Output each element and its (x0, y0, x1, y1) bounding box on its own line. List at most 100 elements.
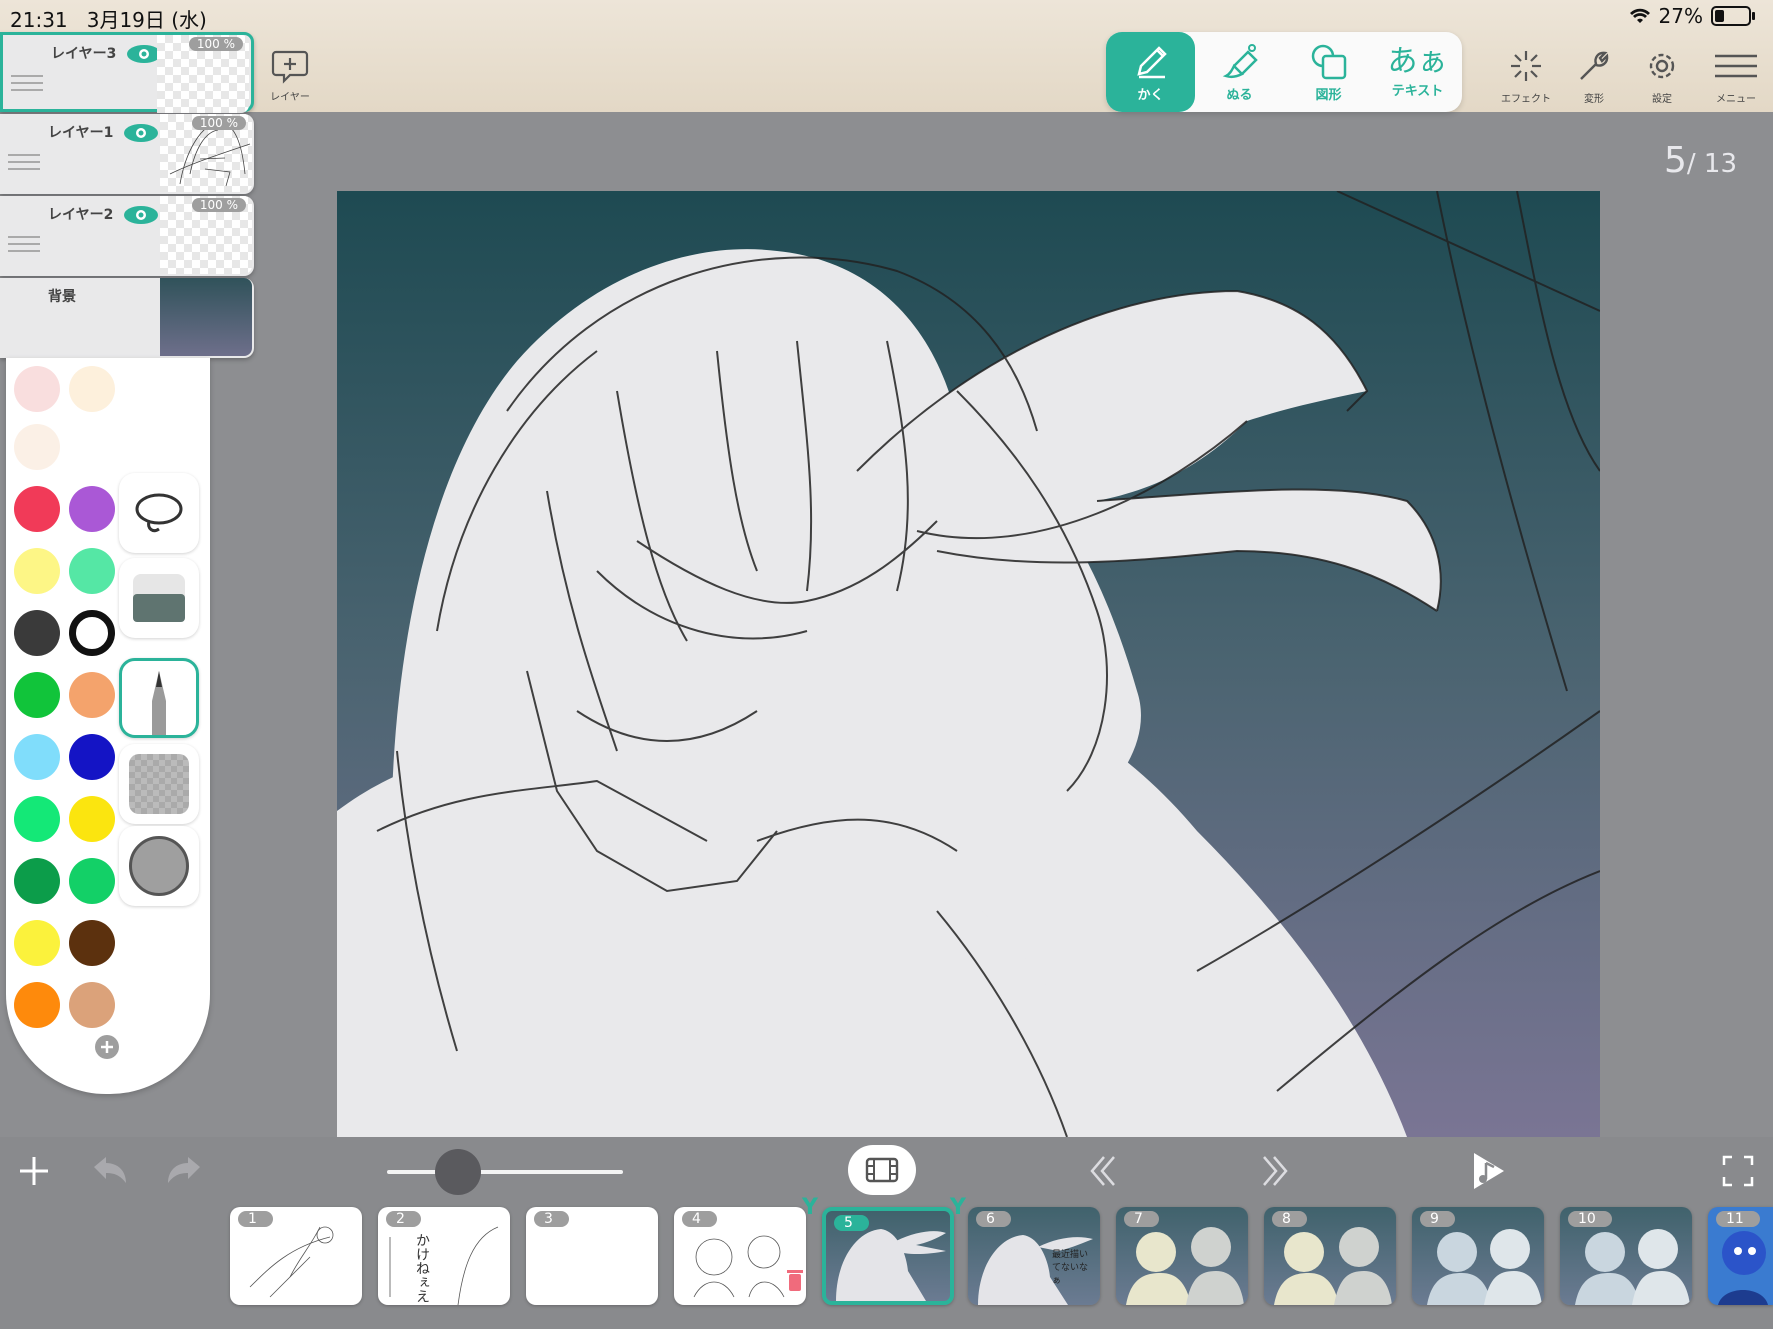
color-swatch[interactable] (69, 858, 115, 904)
battery-icon (1711, 6, 1755, 26)
frame-thumbnail[interactable]: 最近描いてないなぁ 6 (968, 1207, 1100, 1305)
shape-tool-label: 図形 (1315, 87, 1342, 103)
range-start-marker[interactable]: Y (802, 1195, 818, 1220)
color-swatch[interactable] (14, 796, 60, 842)
lasso-tool-button[interactable] (119, 473, 199, 553)
shape-tool-button[interactable]: 図形 (1284, 32, 1373, 112)
drag-handle-icon[interactable] (11, 75, 43, 96)
color-swatch[interactable] (69, 548, 115, 594)
text-tool-button[interactable]: あぁ テキスト (1373, 32, 1462, 112)
opacity-button[interactable] (119, 744, 199, 824)
color-swatch[interactable] (69, 672, 115, 718)
eraser-tool-button[interactable] (119, 558, 199, 638)
eye-icon[interactable] (122, 122, 160, 144)
frame-thumbnail[interactable]: 1 (230, 1207, 362, 1305)
settings-label: 設定 (1652, 94, 1672, 105)
previous-frame-icon[interactable] (1084, 1149, 1120, 1193)
top-bar: 21:31 3月19日 (水) 27% かく ぬる 図形 あぁ テキスト エフェ… (0, 0, 1773, 112)
color-swatch[interactable] (14, 486, 60, 532)
color-swatch[interactable] (14, 982, 60, 1028)
wifi-icon (1629, 8, 1650, 23)
color-swatch[interactable] (14, 424, 60, 470)
pen-icon (1136, 45, 1167, 78)
frame-thumbnail[interactable]: 8 (1264, 1207, 1396, 1305)
brush-size-slider-track[interactable] (387, 1170, 623, 1174)
brush-size-button[interactable] (119, 826, 199, 906)
frame-thumbnail[interactable]: 11 (1708, 1207, 1773, 1305)
play-music-icon[interactable] (1468, 1149, 1508, 1193)
shape-icon (1311, 44, 1346, 79)
add-frame-icon[interactable] (16, 1149, 52, 1193)
film-icon (865, 1157, 899, 1183)
brush-size-slider-knob[interactable] (434, 1149, 481, 1195)
layer-opacity: 100 % (191, 116, 246, 130)
frame-thumbnail-active[interactable]: 5 (822, 1207, 954, 1305)
frame-thumbnail[interactable]: 3 (526, 1207, 658, 1305)
menu-icon (1715, 54, 1757, 78)
page-total: / 13 (1686, 149, 1738, 179)
layer-opacity: 100 % (191, 198, 246, 212)
fill-tool-label: ぬる (1226, 87, 1253, 103)
color-swatch[interactable] (69, 734, 115, 780)
color-swatch[interactable] (14, 672, 60, 718)
color-swatch[interactable] (14, 920, 60, 966)
menu-button[interactable]: メニュー (1704, 48, 1768, 105)
layer-item-background[interactable]: 背景 (0, 278, 254, 358)
fullscreen-icon[interactable] (1718, 1149, 1758, 1193)
layer-item-3[interactable]: レイヤー3 100 % (0, 32, 254, 113)
effect-button[interactable]: エフェクト (1494, 48, 1558, 105)
drag-handle-icon[interactable] (8, 236, 40, 257)
color-swatch[interactable] (69, 796, 115, 842)
color-swatch[interactable] (14, 858, 60, 904)
undo-icon[interactable] (88, 1149, 132, 1193)
layer-item-1[interactable]: レイヤー1 100 % (0, 114, 254, 194)
opacity-preview (129, 754, 189, 814)
frame-thumbnail[interactable]: かけねぇえ 2 (378, 1207, 510, 1305)
canvas-artwork (337, 191, 1600, 1137)
color-palette-panel (6, 358, 210, 1094)
color-swatch[interactable] (14, 734, 60, 780)
eraser-icon (133, 574, 185, 622)
pen-brush-button[interactable] (119, 658, 199, 738)
bottom-toolbar (0, 1137, 1773, 1207)
draw-tool-label: かく (1137, 87, 1164, 103)
frame-number: 9 (1420, 1211, 1455, 1227)
settings-button[interactable]: 設定 (1630, 48, 1694, 105)
range-end-marker[interactable]: Y (950, 1195, 966, 1220)
frame-thumbnail[interactable]: 10 (1560, 1207, 1692, 1305)
text-icon: あぁ (1387, 43, 1448, 79)
color-swatch[interactable] (14, 366, 60, 412)
frame-text: かけねぇえ (414, 1233, 430, 1303)
color-swatch[interactable] (69, 920, 115, 966)
frame-number: 1 (238, 1211, 273, 1227)
redo-icon[interactable] (162, 1149, 206, 1193)
drawing-canvas[interactable] (337, 191, 1600, 1137)
brush-size-preview (129, 836, 189, 896)
frame-thumbnail[interactable]: 4 (674, 1207, 806, 1305)
color-swatch[interactable] (14, 610, 60, 656)
filmstrip-toggle-button[interactable] (848, 1145, 916, 1195)
eye-icon[interactable] (122, 204, 160, 226)
draw-tool-button[interactable]: かく (1106, 32, 1195, 112)
fill-tool-button[interactable]: ぬる (1195, 32, 1284, 112)
color-swatch[interactable] (69, 424, 115, 470)
add-layer-button[interactable]: レイヤー (268, 48, 312, 108)
frame-thumbnail[interactable]: 7 (1116, 1207, 1248, 1305)
add-color-icon[interactable] (94, 1034, 120, 1060)
color-swatch[interactable] (14, 548, 60, 594)
color-swatch-selected[interactable] (69, 610, 115, 656)
layer-opacity: 100 % (188, 37, 243, 51)
color-swatch[interactable] (69, 982, 115, 1028)
transform-button[interactable]: 変形 (1562, 48, 1626, 105)
main-tool-group: かく ぬる 図形 あぁ テキスト (1106, 32, 1462, 112)
frame-thumbnail[interactable]: 9 (1412, 1207, 1544, 1305)
next-frame-icon[interactable] (1258, 1149, 1294, 1193)
color-swatch[interactable] (69, 366, 115, 412)
color-swatch[interactable] (69, 486, 115, 532)
fill-brush-icon (1222, 43, 1258, 78)
frame-strip: 1 かけねぇえ 2 3 4 Y 5 Y 最近描いてないなぁ 6 7 8 9 10 (0, 1195, 1773, 1329)
frame-number: 11 (1716, 1211, 1760, 1227)
drag-handle-icon[interactable] (8, 154, 40, 175)
trash-icon[interactable] (786, 1267, 804, 1293)
layer-item-2[interactable]: レイヤー2 100 % (0, 196, 254, 276)
